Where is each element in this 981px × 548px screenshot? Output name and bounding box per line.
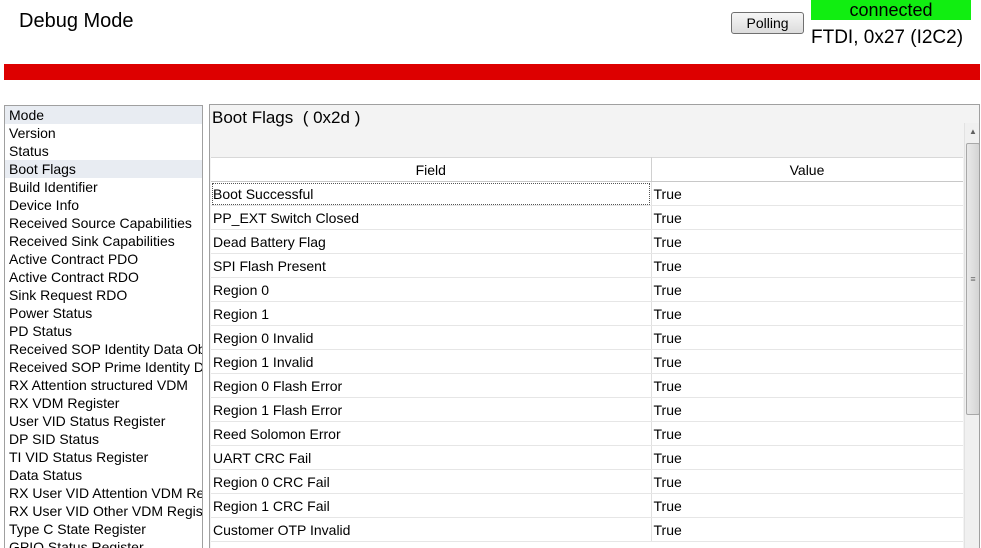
sidebar-item[interactable]: Active Contract RDO [5, 268, 202, 286]
value-cell: True [651, 301, 963, 326]
field-cell: Region 0 Invalid [211, 325, 652, 350]
value-cell: True [651, 397, 963, 422]
field-cell: Boot Successful [211, 181, 652, 206]
sidebar-item[interactable]: Data Status [5, 466, 202, 484]
scroll-up-arrow-icon[interactable]: ▲ [965, 123, 979, 139]
alert-bar [4, 64, 980, 80]
table-row[interactable]: UART CRC Fail True [211, 445, 963, 470]
field-cell: Region 1 CRC Fail [211, 493, 652, 518]
panel-header: Boot Flags ( 0x2d ) [212, 108, 360, 128]
sidebar-item[interactable]: Build Identifier [5, 178, 202, 196]
field-cell: Dead Battery Flag [211, 229, 652, 254]
value-cell: True [651, 325, 963, 350]
table-row[interactable]: Region 1 Invalid True [211, 349, 963, 374]
value-cell: True [651, 421, 963, 446]
value-cell: True [651, 253, 963, 278]
sidebar-item[interactable]: RX User VID Attention VDM Register [5, 484, 202, 502]
sidebar-item[interactable]: Device Info [5, 196, 202, 214]
register-address: ( 0x2d ) [302, 108, 361, 127]
sidebar-item[interactable]: RX VDM Register [5, 394, 202, 412]
sidebar-item[interactable]: RX User VID Other VDM Register [5, 502, 202, 520]
sidebar-item[interactable]: Active Contract PDO [5, 250, 202, 268]
field-cell: SPI Flash Present [211, 253, 652, 278]
table-row[interactable]: Region 0 Invalid True [211, 325, 963, 350]
sidebar-item[interactable]: Sink Request RDO [5, 286, 202, 304]
table-row[interactable]: SPI Flash Present True [211, 253, 963, 278]
table-row[interactable]: Region 0 Flash Error True [211, 373, 963, 398]
value-cell: True [651, 349, 963, 374]
sidebar-item[interactable]: Type C State Register [5, 520, 202, 538]
value-cell: True [651, 493, 963, 518]
table-row[interactable]: PP_EXT Switch Closed True [211, 205, 963, 230]
field-cell: Reed Solomon Error [211, 421, 652, 446]
field-cell: PP_EXT Switch Closed [211, 205, 652, 230]
sidebar-item[interactable]: Mode [5, 106, 202, 124]
table-row[interactable]: Customer OTP Invalid True [211, 517, 963, 542]
sidebar-item[interactable]: TI VID Status Register [5, 448, 202, 466]
table-row[interactable]: Region 1 True [211, 301, 963, 326]
field-cell: Customer OTP Invalid [211, 517, 652, 542]
vertical-scrollbar[interactable]: ▲ ≡ [964, 123, 979, 548]
value-cell: True [651, 469, 963, 494]
sidebar-item[interactable]: Boot Flags [5, 160, 202, 178]
column-header-value[interactable]: Value [651, 157, 963, 182]
sidebar-item[interactable]: Received Sink Capabilities [5, 232, 202, 250]
table-row[interactable]: Dead Battery Flag True [211, 229, 963, 254]
table-row[interactable]: Region 1 Flash Error True [211, 397, 963, 422]
field-cell: Region 0 CRC Fail [211, 469, 652, 494]
app-title: Debug Mode [19, 10, 134, 32]
sidebar-item[interactable]: Status [5, 142, 202, 160]
field-cell: Region 1 Invalid [211, 349, 652, 374]
value-cell: True [651, 181, 963, 206]
sidebar-item[interactable]: User VID Status Register [5, 412, 202, 430]
register-panel: Boot Flags ( 0x2d ) Field Value Boot Suc… [209, 104, 980, 548]
table-row[interactable]: Region 1 CRC Fail True [211, 493, 963, 518]
sidebar-item[interactable]: DP SID Status [5, 430, 202, 448]
field-cell: Region 1 [211, 301, 652, 326]
sidebar-item[interactable]: Power Status [5, 304, 202, 322]
sidebar-item[interactable]: Received SOP Identity Data Object [5, 340, 202, 358]
field-cell: Region 0 Flash Error [211, 373, 652, 398]
sidebar-item[interactable]: Received Source Capabilities [5, 214, 202, 232]
register-list[interactable]: Mode Version Status Boot Flags Build Identif… [4, 105, 203, 548]
scroll-thumb[interactable]: ≡ [966, 143, 979, 415]
sidebar-item[interactable]: GPIO Status Register [5, 538, 202, 548]
table-row[interactable]: Reed Solomon Error True [211, 421, 963, 446]
table-row[interactable]: Region 0 CRC Fail True [211, 469, 963, 494]
sidebar-item[interactable]: PD Status [5, 322, 202, 340]
value-cell: True [651, 373, 963, 398]
sidebar-item[interactable]: Received SOP Prime Identity Data Object [5, 358, 202, 376]
value-cell: True [651, 205, 963, 230]
field-cell: Region 1 Flash Error [211, 397, 652, 422]
table-row[interactable]: Region 0 True [211, 277, 963, 302]
value-cell: True [651, 517, 963, 542]
value-cell: True [651, 277, 963, 302]
boot-flags-table: Field Value Boot Successful True PP_EXT Sw… [211, 157, 963, 548]
value-cell: True [651, 445, 963, 470]
sidebar-item[interactable]: Version [5, 124, 202, 142]
sidebar-item[interactable]: RX Attention structured VDM [5, 376, 202, 394]
table-row[interactable]: Boot Successful True [211, 181, 963, 206]
table-header-row: Field Value [211, 157, 963, 182]
field-cell: UART CRC Fail [211, 445, 652, 470]
column-header-field[interactable]: Field [211, 157, 652, 182]
polling-button[interactable]: Polling [731, 12, 804, 34]
value-cell: True [651, 229, 963, 254]
field-cell: Region 0 [211, 277, 652, 302]
connection-status-badge: connected [811, 0, 971, 20]
panel-title: Boot Flags [212, 108, 294, 127]
connection-info: FTDI, 0x27 (I2C2) [811, 27, 964, 48]
